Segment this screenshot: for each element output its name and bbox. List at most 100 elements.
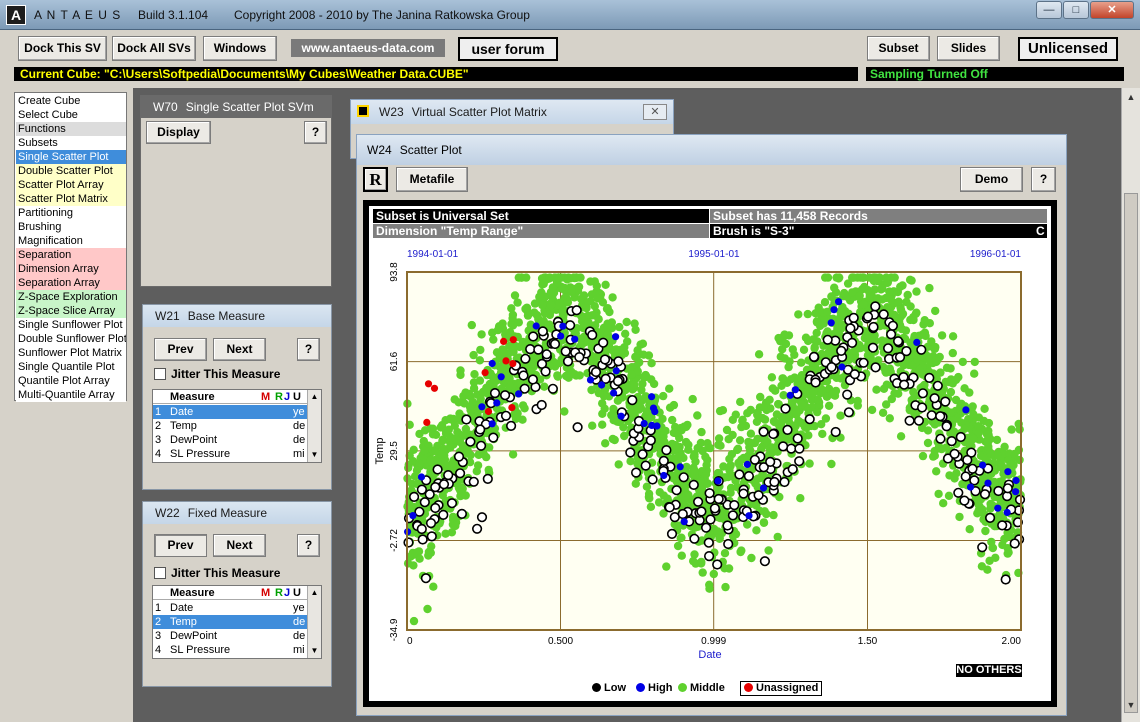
windows-button[interactable]: Windows [203, 36, 277, 61]
menu-item[interactable]: Brushing [16, 220, 126, 234]
point-low [571, 305, 582, 316]
w70-help-button[interactable]: ? [304, 121, 327, 144]
build-label: Build 3.1.104 [138, 8, 209, 22]
minimize-button[interactable]: — [1036, 1, 1062, 19]
r-button[interactable]: R [363, 167, 388, 192]
menu-item[interactable]: Partitioning [16, 206, 126, 220]
menu-item[interactable]: Create Cube [16, 94, 126, 108]
scroll-up-icon[interactable]: ▲ [308, 390, 321, 404]
menu-item[interactable]: Single Sunflower Plot [16, 318, 126, 332]
menu-item[interactable]: Subsets [16, 136, 126, 150]
legend-label: Middle [690, 682, 725, 694]
table-row[interactable]: 4 SL Pressure mi [153, 643, 309, 657]
point-middle [743, 409, 752, 418]
table-row[interactable]: 2 Temp de [153, 419, 309, 433]
menu-item[interactable]: Quantile Plot Array [16, 374, 126, 388]
w22-help-button[interactable]: ? [297, 534, 320, 557]
point-low [677, 508, 688, 520]
point-middle [985, 556, 994, 565]
w23-close-icon[interactable]: ✕ [643, 104, 667, 120]
menu-item[interactable]: Z-Space Slice Array [16, 304, 126, 318]
scroll-up-icon[interactable]: ▲ [1124, 90, 1138, 104]
demo-button[interactable]: Demo [960, 167, 1023, 192]
menu-item[interactable]: Scatter Plot Array [16, 178, 126, 192]
point-low [935, 411, 946, 422]
point-middle [560, 407, 569, 416]
subset-button[interactable]: Subset [867, 36, 930, 61]
point-low [420, 573, 432, 584]
point-middle [772, 410, 782, 419]
w21-prev-button[interactable]: Prev [154, 338, 207, 361]
menu-item[interactable]: Dimension Array [16, 262, 126, 276]
point-low [878, 309, 889, 320]
menu-item[interactable]: Magnification [16, 234, 126, 248]
menu-item[interactable]: Multi-Quantile Array [16, 388, 126, 402]
slides-button[interactable]: Slides [937, 36, 1000, 61]
scroll-down-icon[interactable]: ▼ [308, 448, 321, 462]
grid-scrollbar[interactable]: ▲ ▼ [307, 586, 321, 658]
point-low [722, 520, 733, 531]
w23-id: W23 [379, 105, 404, 119]
table-row[interactable]: 3 DewPoint de [153, 433, 309, 447]
website-link[interactable]: www.antaeus-data.com [291, 39, 445, 57]
grid-header-cell: R [275, 391, 283, 403]
menu-item[interactable]: Single Scatter Plot [16, 150, 126, 164]
w70-id: W70 [153, 100, 178, 114]
table-row[interactable]: 2 Temp de [153, 615, 309, 629]
w22-prev-button[interactable]: Prev [154, 534, 207, 557]
menu-item[interactable]: Functions [16, 122, 126, 136]
menu-item[interactable]: Z-Space Exploration [16, 290, 126, 304]
w21-jitter-checkbox[interactable] [154, 368, 166, 380]
menu-item[interactable]: Select Cube [16, 108, 126, 122]
menu-item[interactable]: Single Quantile Plot [16, 360, 126, 374]
point-low [1009, 538, 1020, 549]
table-row[interactable]: 4 SL Pressure mi [153, 447, 309, 461]
w22-measure-grid[interactable]: Measure M R J U 1 Date ye 2 Temp de 3 DewPoint de 4 SL … [152, 585, 322, 659]
y-tick-label: 93.8 [389, 262, 400, 282]
point-middle [706, 443, 715, 453]
point-low [858, 357, 869, 368]
point-middle [832, 373, 841, 382]
grid-scrollbar[interactable]: ▲ ▼ [307, 390, 321, 462]
menu-item[interactable]: Scatter Plot Matrix [16, 192, 126, 206]
scroll-down-icon[interactable]: ▼ [308, 644, 321, 658]
table-row[interactable]: 3 DewPoint de [153, 629, 309, 643]
scroll-up-icon[interactable]: ▲ [308, 586, 321, 600]
point-middle [735, 436, 745, 445]
point-low [868, 321, 879, 333]
dock-this-sv-button[interactable]: Dock This SV [18, 36, 107, 61]
display-button[interactable]: Display [146, 121, 211, 144]
sampling-status-bar: Sampling Turned Off [866, 67, 1124, 81]
workspace-scrollbar[interactable]: ▲ ▼ [1121, 88, 1140, 722]
menu-item[interactable]: Separation [16, 248, 126, 262]
scrollbar-thumb[interactable] [1124, 193, 1138, 713]
menu-item[interactable]: Double Scatter Plot [16, 164, 126, 178]
menu-item[interactable]: Sunflower Plot Matrix [16, 346, 126, 360]
w21-next-button[interactable]: Next [213, 338, 266, 361]
point-low [723, 538, 734, 550]
legend-label: High [648, 682, 673, 694]
w24-help-button[interactable]: ? [1031, 167, 1056, 192]
menu-item[interactable]: Double Sunflower Plot [16, 332, 126, 346]
w22-next-button[interactable]: Next [213, 534, 266, 557]
point-middle [912, 287, 921, 296]
point-middle [769, 510, 778, 520]
close-button[interactable]: ✕ [1090, 1, 1134, 19]
point-middle [603, 321, 612, 331]
menu-item[interactable]: Separation Array [16, 276, 126, 290]
scatter-plot-svg[interactable]: 0 0.500 0.999 1.50 2.00 93.8 61.6 29.5 -2.72 -34.… [369, 242, 1051, 670]
w21-help-button[interactable]: ? [297, 338, 320, 361]
scroll-down-icon[interactable]: ▼ [1124, 698, 1138, 712]
table-row[interactable]: 1 Date ye [153, 405, 309, 419]
point-middle [995, 477, 1004, 487]
w22-jitter-checkbox[interactable] [154, 567, 166, 579]
table-row[interactable]: 1 Date ye [153, 601, 309, 615]
w21-measure-grid[interactable]: Measure M R J U 1 Date ye 2 Temp de 3 DewPoint de 4 SL … [152, 389, 322, 463]
user-forum-button[interactable]: user forum [458, 37, 558, 61]
metafile-button[interactable]: Metafile [396, 167, 468, 192]
point-middle [473, 461, 483, 470]
license-status-button[interactable]: Unlicensed [1018, 37, 1118, 61]
maximize-button[interactable]: □ [1063, 1, 1089, 19]
point-low [560, 346, 571, 357]
dock-all-svs-button[interactable]: Dock All SVs [112, 36, 196, 61]
